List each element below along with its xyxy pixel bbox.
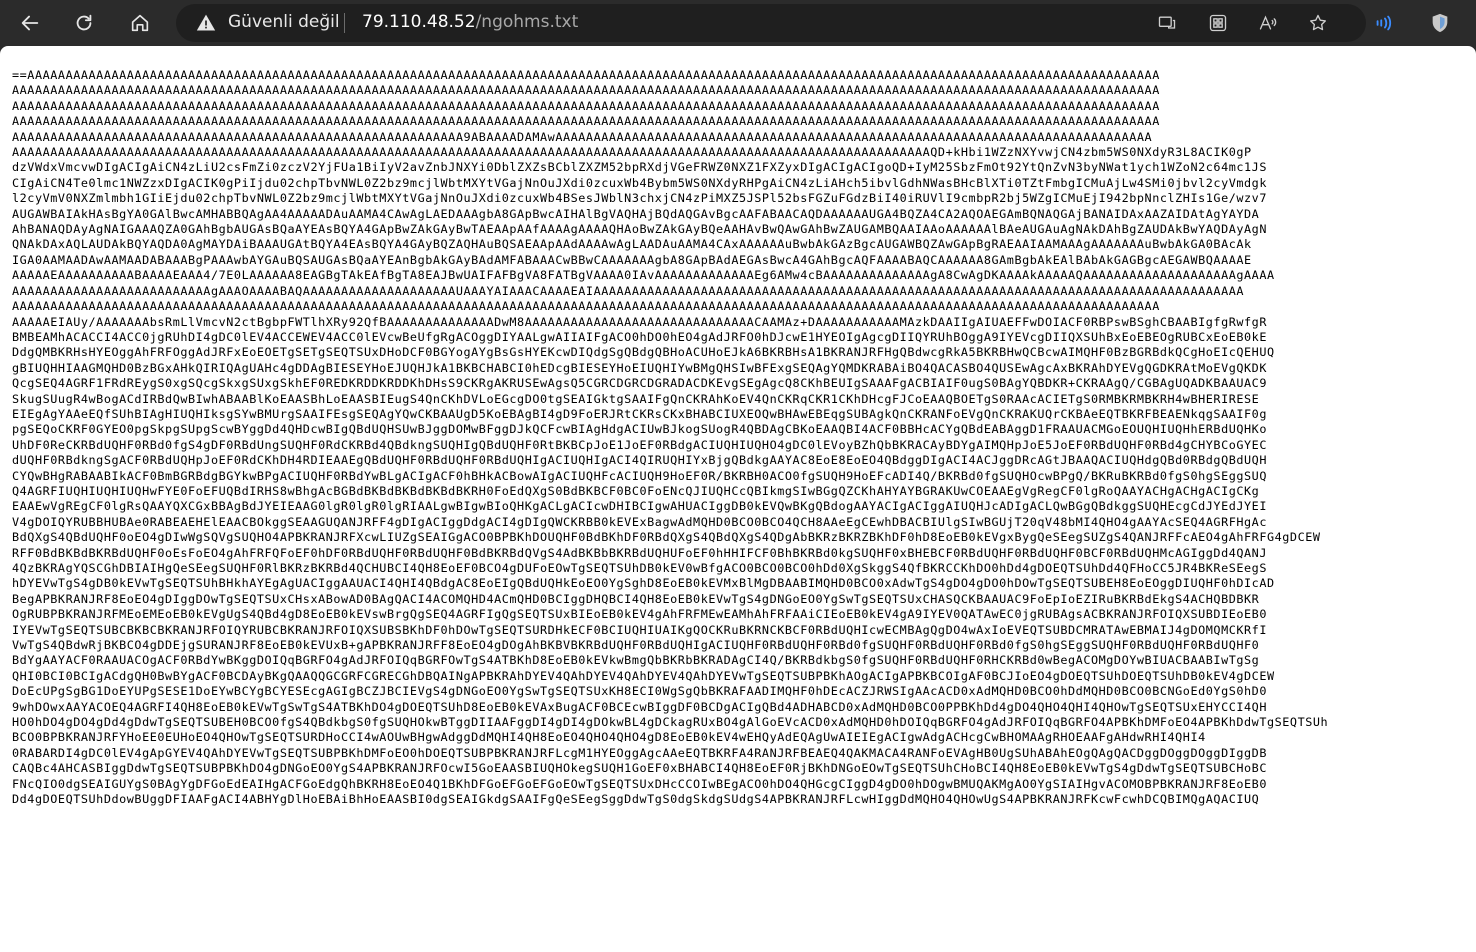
text-line: pgSEQoCKRF0GYEO0pgSkpgSUpgScwBYggDd4QHDc… — [12, 422, 1267, 437]
text-line: BegAPBKRANJRF8EoEO4gDIggDOwTgSEQTSUxCHsx… — [12, 591, 1260, 606]
text-line: RFF0BdBKBdBKRBdUQHF0oEsFoEO4gAhFRFQFoEF0… — [12, 545, 1267, 560]
url-text[interactable]: 79.110.48.52/ngohms.txt — [362, 12, 578, 32]
text-line: QNAkDAxAQLAUDAkBQYAQDA0AgMAYDAiBAAAUGAtB… — [12, 237, 1252, 252]
tab-grid-icon[interactable] — [1205, 10, 1231, 36]
url-path: /ngohms.txt — [475, 12, 579, 32]
favorite-star-icon[interactable] — [1305, 10, 1331, 36]
text-document: ==AAAAAAAAAAAAAAAAAAAAAAAAAAAAAAAAAAAAAA… — [0, 46, 1476, 808]
app-available-icon[interactable] — [1154, 10, 1180, 36]
text-line: DdgQMBKRHsHYEOggAhFRFOggAdJRFxEoEOETgSET… — [12, 345, 1275, 360]
address-bar[interactable]: Güvenli değil 79.110.48.52/ngohms.txt — [176, 4, 1366, 42]
text-line: ==AAAAAAAAAAAAAAAAAAAAAAAAAAAAAAAAAAAAAA… — [12, 68, 1160, 82]
text-line: V4gDOIQYRUBBHUBAe0RABEAEHElEAACBOkggSEAA… — [12, 514, 1267, 529]
refresh-icon — [76, 14, 92, 31]
text-line: 0RABARDI4gDC0lEV4gApGYEV4QAhDYEVwTgSEQTS… — [12, 745, 1267, 760]
text-line: Dd4gDOEQTSUhDdowBUggDFIAAFgACI4ABHYgDlHo… — [12, 792, 1260, 807]
text-line: dzVWdxVmcvwDIgACIgAiCN4zLiU2csFmZi0zczV2… — [12, 160, 1267, 175]
address-separator — [344, 13, 345, 33]
text-line: 4QzBKRAgYQSCGhDBIAIHgQeSEegSUQHF0RlBKRzB… — [12, 561, 1267, 575]
text-line: AAAAAAAAAAAAAAAAAAAAAAAAAAAAAAAAAAAAAAAA… — [12, 299, 1160, 314]
text-line: AAAAAAAAAAAAAAAAAAAAAAAAAAAAAAAAAAAAAAAA… — [12, 129, 1153, 144]
text-line: l2cyVmV0NXZmlmbh1GIiEjdu02chpTbvNWL0Z2bz… — [12, 191, 1267, 206]
text-line: gBIUQHHIAAGMQHD0BzBGxAHkQIRIQAgUAHc4gDDA… — [12, 360, 1267, 375]
text-line: VwTgS4QBdwRjBKBCO4gDDEjgSURANJRF8EoEB0kE… — [12, 638, 1260, 653]
text-line: 9whDOwxAAYACOEQ4AGRFI4QH8EoEB0kEVwTgSwTg… — [12, 699, 1267, 714]
text-line: AhBANAQDAyAgNAIGAAAQZA0GAhBgbAUGAsBQaAYE… — [12, 222, 1267, 237]
text-line: AAAAAEAAAAAAAAAABAAAAEAAA4/7E0LAAAAAA8EA… — [12, 268, 1275, 283]
audio-extension-button[interactable] — [1366, 5, 1402, 41]
security-label[interactable]: Güvenli değil — [228, 12, 340, 32]
text-line: OgRUBPBKRANJRFMEoEMEoEB0kEVgUgS4QBd4gD8E… — [12, 607, 1267, 622]
refresh-button[interactable] — [66, 5, 102, 41]
text-line: CAQBc4AHCASBIggDdwTgSEQTSUBPBKhDO4gDNGoE… — [12, 761, 1267, 776]
back-button[interactable] — [12, 5, 48, 41]
text-line: UhDF0ReCKRBdUQHF0RBd0fgS4gDF0RBdUngSUQHF… — [12, 437, 1267, 452]
text-line: IYEVwTgSEQTSUBCBKBCBKRANJRFOIQYRUBCBKRAN… — [12, 622, 1267, 637]
url-host: 79.110.48.52 — [362, 12, 476, 32]
text-line: AAAAAAAAAAAAAAAAAAAAAAAAAAAAAAAAAAAAAAAA… — [12, 114, 1160, 129]
audio-extension-icon — [1376, 15, 1392, 31]
text-line: EIEgAgYAAeEQfSUhBIAgHIUQHIksgSYwBMUrgSAA… — [12, 406, 1267, 421]
text-line: QHI0BCI0BCIgACdgQH0BwBYgACF0BCDAyBKgQAAQ… — [12, 668, 1275, 683]
text-line: CYQwBHgRABAABIkACF0BmBGRBdgBGYkwBPgACIUQ… — [12, 468, 1267, 483]
warning-triangle-icon[interactable] — [196, 13, 216, 33]
text-line: CIgAiCN4Te0lmc1NWZzxDIgACIK0gPiIjdu02chp… — [12, 175, 1267, 190]
home-button[interactable] — [122, 5, 158, 41]
text-line: AUGAWBAIAkHAsBgYA0GAlBwcAMHABBQAgAA4AAAA… — [12, 206, 1260, 221]
text-line: AAAAAAAAAAAAAAAAAAAAAAAAAAAAAAAAAAAAAAAA… — [12, 83, 1160, 98]
text-line: AAAAAAAAAAAAAAAAAAAAAAAAAAAAAAAAAAAAAAAA… — [12, 145, 1252, 160]
text-line: BdYgAAYACF0RAAUACOgACF0RBdYwBKggDOIQqBGR… — [12, 653, 1260, 668]
page-content: ==AAAAAAAAAAAAAAAAAAAAAAAAAAAAAAAAAAAAAA… — [0, 46, 1476, 952]
text-line: hDYEVwTgS4gDB0kEVwTgSEQTSUhBHkhAYEgAgUAC… — [12, 576, 1275, 591]
text-line: AAAAAAAAAAAAAAAAAAAAAAAAAAgAAAOAAAABAQAA… — [12, 283, 1245, 298]
back-arrow-icon — [21, 15, 39, 31]
home-icon — [131, 14, 149, 32]
text-line: AAAAAEIAUy/AAAAAAAbsRmLlVmcvN2ctBgbpFWTl… — [12, 314, 1267, 329]
text-line: DoEcUPgSgBG1DoEYUPgSESE1DoEYwBCYgBCYESEc… — [12, 684, 1267, 699]
browser-toolbar: Güvenli değil 79.110.48.52/ngohms.txt — [0, 0, 1476, 46]
text-line: dUQHF0RBdkngSgACF0RBdUQHpJoEF0RdCKhDH4RD… — [12, 453, 1267, 468]
text-line: AAAAAAAAAAAAAAAAAAAAAAAAAAAAAAAAAAAAAAAA… — [12, 98, 1160, 113]
text-line: SkugSUugR4wBogACdIRBdQwBIwhABAABlKoEAASB… — [12, 391, 1260, 406]
read-aloud-icon[interactable] — [1255, 10, 1281, 36]
shield-extension-icon — [1432, 13, 1448, 33]
text-line: BMBEAMhACACCI4ACC0jgRUhDI4gDC0lEV4ACCEWE… — [12, 329, 1267, 344]
text-line: BdQXgS4QBdUQHF0oEO4gDIwWgSQVgSUQHO4APBKR… — [12, 530, 1321, 545]
text-line: EAAEwVgREgCF0lgRsQAAYQXCGxBBAgBdJYEIEAAG… — [12, 499, 1267, 514]
text-line: FNcQIO0dgSEAIGUYgS0BAgYgDFGoEdEAIHgACFGo… — [12, 776, 1267, 791]
text-line: QcgSEQ4AGRF1FRdREygS0xgSQcgSkxgSUxgSkhEF… — [12, 376, 1267, 391]
shield-extension-button[interactable] — [1422, 5, 1458, 41]
text-line: BCO0BPBKRANJRFYHoEE0EUHoEO4QHOwTgSEQTSUR… — [12, 730, 1206, 745]
text-line: HO0hDO4gDO4gDd4gDdwTgSEQTSUBEH0BCO0fgS4Q… — [12, 715, 1329, 730]
text-line: IGA0AAMAADAwAAMAADABAAABgPAAAwbAYGAuBQSA… — [12, 252, 1252, 267]
text-line: Q4AGRFIUQHIUQHIUQHwFYE0FoEFUQBdIRHS8wBhg… — [12, 483, 1260, 498]
